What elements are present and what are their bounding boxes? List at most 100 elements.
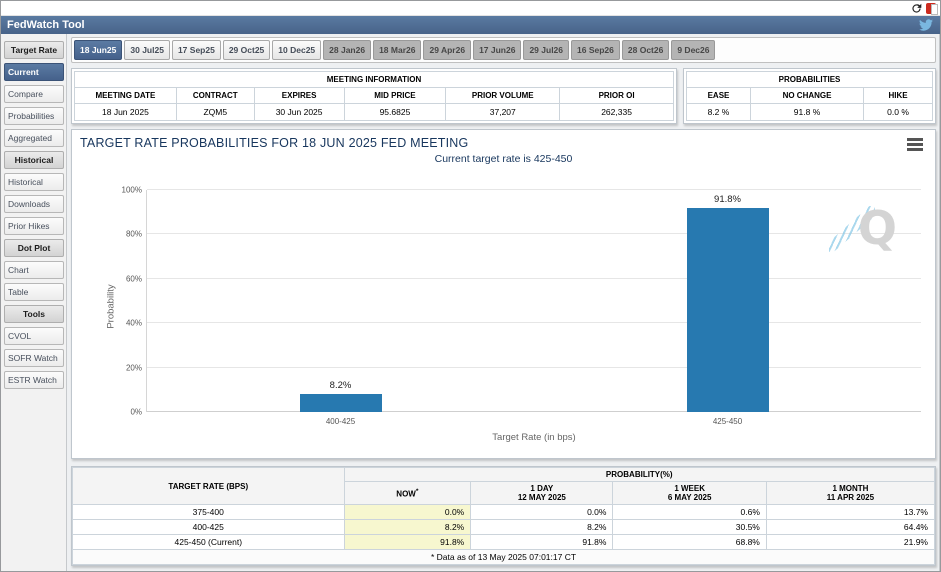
week-cell: 0.6% — [613, 505, 766, 520]
bar — [300, 394, 382, 412]
sidebar-item-compare[interactable]: Compare — [4, 85, 64, 103]
sidebar-item-cvol[interactable]: CVOL — [4, 327, 64, 345]
twitter-icon[interactable] — [919, 18, 933, 32]
bar — [687, 208, 769, 412]
col-1-week: 1 WEEK6 MAY 2025 — [613, 482, 766, 505]
sidebar-item-historical[interactable]: Historical — [4, 173, 64, 191]
month-cell: 13.7% — [766, 505, 934, 520]
quikstrike-watermark: Q — [837, 202, 897, 258]
day-cell: 8.2% — [471, 520, 613, 535]
tab-28-oct26[interactable]: 28 Oct26 — [622, 40, 669, 60]
week-cell: 30.5% — [613, 520, 766, 535]
table-row: 425-450 (Current) 91.8% 91.8% 68.8% 21.9… — [73, 535, 935, 550]
tab-30-jul25[interactable]: 30 Jul25 — [124, 40, 170, 60]
hike-value: 0.0 % — [864, 104, 933, 121]
sidebar-header-dot-plot: Dot Plot — [4, 239, 64, 257]
ytick-20: 20% — [126, 363, 142, 372]
probability-chart: TARGET RATE PROBABILITIES FOR 18 JUN 202… — [71, 129, 936, 459]
chart-menu-icon[interactable] — [907, 138, 923, 153]
table-row: 400-425 8.2% 8.2% 30.5% 64.4% — [73, 520, 935, 535]
no-change-value: 91.8 % — [750, 104, 863, 121]
sidebar-item-probabilities[interactable]: Probabilities — [4, 107, 64, 125]
expires-value: 30 Jun 2025 — [254, 104, 344, 121]
meeting-tabs: 18 Jun25 30 Jul25 17 Sep25 29 Oct25 10 D… — [71, 37, 936, 63]
rate-cell: 425-450 (Current) — [73, 535, 345, 550]
ease-value: 8.2 % — [687, 104, 751, 121]
bar-value-label: 91.8% — [714, 194, 741, 205]
col-prior-volume: PRIOR VOLUME — [446, 88, 560, 104]
sidebar-item-sofr-watch[interactable]: SOFR Watch — [4, 349, 64, 367]
contract-value: ZQM5 — [176, 104, 254, 121]
tab-29-oct25[interactable]: 29 Oct25 — [223, 40, 270, 60]
week-cell: 68.8% — [613, 535, 766, 550]
refresh-icon[interactable] — [911, 3, 922, 14]
col-1-day: 1 DAY12 MAY 2025 — [471, 482, 613, 505]
main-content: 18 Jun25 30 Jul25 17 Sep25 29 Oct25 10 D… — [67, 34, 940, 571]
probabilities-panel: PROBABILITIES EASE NO CHANGE HIKE 8.2 % … — [683, 68, 936, 124]
sidebar-item-current[interactable]: Current — [4, 63, 64, 81]
chart-title: TARGET RATE PROBABILITIES FOR 18 JUN 202… — [80, 136, 927, 150]
col-ease: EASE — [687, 88, 751, 104]
tab-16-sep26[interactable]: 16 Sep26 — [571, 40, 620, 60]
now-cell: 0.0% — [344, 505, 471, 520]
month-cell: 21.9% — [766, 535, 934, 550]
tab-9-dec26[interactable]: 9 Dec26 — [671, 40, 715, 60]
fedwatch-window: FedWatch Tool Target Rate Current Compar… — [0, 0, 941, 572]
probability-history-table: TARGET RATE (BPS) PROBABILITY(%) NOW* 1 … — [71, 466, 936, 566]
sidebar-item-estr-watch[interactable]: ESTR Watch — [4, 371, 64, 389]
prior-oi-value: 262,335 — [560, 104, 674, 121]
tab-29-apr26[interactable]: 29 Apr26 — [423, 40, 471, 60]
meeting-date-value: 18 Jun 2025 — [75, 104, 177, 121]
tab-10-dec25[interactable]: 10 Dec25 — [272, 40, 321, 60]
now-cell: 91.8% — [344, 535, 471, 550]
day-cell: 91.8% — [471, 535, 613, 550]
y-axis-label: Probability — [106, 284, 117, 328]
xtick-425-450: 425-450 — [713, 417, 742, 426]
col-now: NOW* — [344, 482, 471, 505]
tab-18-jun25[interactable]: 18 Jun25 — [74, 40, 122, 60]
tab-29-jul26[interactable]: 29 Jul26 — [523, 40, 569, 60]
sidebar-item-downloads[interactable]: Downloads — [4, 195, 64, 213]
document-icon[interactable] — [926, 3, 936, 14]
col-mid-price: MID PRICE — [344, 88, 446, 104]
tab-18-mar26[interactable]: 18 Mar26 — [373, 40, 421, 60]
sidebar-item-chart[interactable]: Chart — [4, 261, 64, 279]
rate-cell: 400-425 — [73, 520, 345, 535]
sidebar-item-table[interactable]: Table — [4, 283, 64, 301]
ytick-100: 100% — [122, 186, 142, 195]
col-hike: HIKE — [864, 88, 933, 104]
col-probability-group: PROBABILITY(%) — [344, 468, 934, 482]
tab-17-sep25[interactable]: 17 Sep25 — [172, 40, 221, 60]
sidebar-item-prior-hikes[interactable]: Prior Hikes — [4, 217, 64, 235]
col-prior-oi: PRIOR OI — [560, 88, 674, 104]
ytick-80: 80% — [126, 230, 142, 239]
plot-area: 0% 20% 40% 60% 80% 100% Probability 8.2%… — [146, 190, 921, 412]
ytick-40: 40% — [126, 319, 142, 328]
tab-17-jun26[interactable]: 17 Jun26 — [473, 40, 521, 60]
sidebar-header-target-rate: Target Rate — [4, 41, 64, 59]
tab-28-jan26[interactable]: 28 Jan26 — [323, 40, 371, 60]
col-target-rate-bps: TARGET RATE (BPS) — [73, 468, 345, 505]
app-title: FedWatch Tool — [7, 19, 85, 31]
col-meeting-date: MEETING DATE — [75, 88, 177, 104]
sidebar-header-tools: Tools — [4, 305, 64, 323]
now-cell: 8.2% — [344, 520, 471, 535]
sidebar: Target Rate Current Compare Probabilitie… — [1, 34, 67, 571]
table-row: 375-400 0.0% 0.0% 0.6% 13.7% — [73, 505, 935, 520]
bar-value-label: 8.2% — [330, 380, 352, 391]
sidebar-item-aggregated[interactable]: Aggregated — [4, 129, 64, 147]
meeting-information-panel: MEETING INFORMATION MEETING DATE CONTRAC… — [71, 68, 677, 124]
bar-slot-400-425: 8.2% — [300, 190, 382, 412]
month-cell: 64.4% — [766, 520, 934, 535]
col-no-change: NO CHANGE — [750, 88, 863, 104]
col-contract: CONTRACT — [176, 88, 254, 104]
col-expires: EXPIRES — [254, 88, 344, 104]
probabilities-title: PROBABILITIES — [687, 72, 933, 88]
bar-slot-425-450: 91.8% — [687, 190, 769, 412]
chart-subtitle: Current target rate is 425-450 — [80, 153, 927, 165]
xtick-400-425: 400-425 — [326, 417, 355, 426]
browser-strip — [1, 1, 940, 16]
data-as-of-note: * Data as of 13 May 2025 07:01:17 CT — [73, 550, 935, 565]
day-cell: 0.0% — [471, 505, 613, 520]
sidebar-header-historical: Historical — [4, 151, 64, 169]
